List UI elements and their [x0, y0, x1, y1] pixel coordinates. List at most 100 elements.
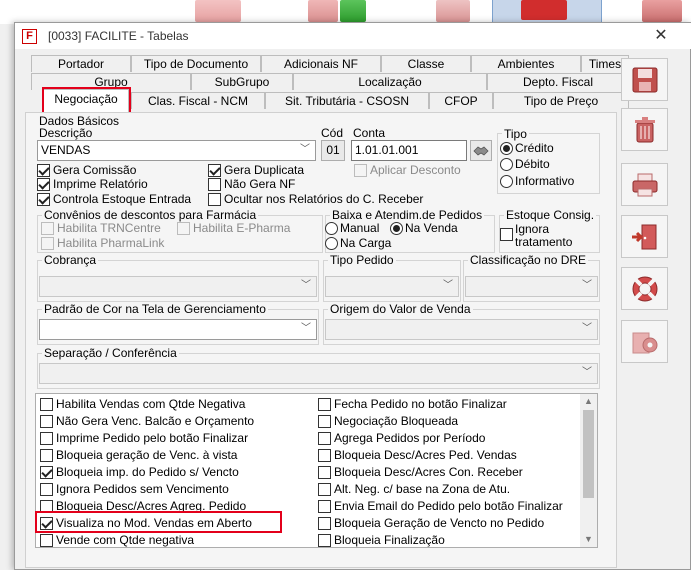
gera-duplicata-checkbox[interactable] — [208, 164, 221, 177]
opt-right-3-checkbox[interactable] — [318, 449, 331, 462]
bg-grid-icon — [308, 0, 338, 22]
tipo-debito-radio[interactable] — [500, 158, 513, 171]
opt-right-7-label: Bloqueia Geração de Vencto no Pedido — [334, 516, 545, 530]
opt-right-2-checkbox[interactable] — [318, 432, 331, 445]
aplicar-desconto-checkbox[interactable] — [354, 164, 367, 177]
tab-ambientes[interactable]: Ambientes — [471, 55, 581, 72]
tab-localizacao[interactable]: Localização — [293, 73, 487, 90]
baixa-na-venda-radio[interactable] — [390, 222, 403, 235]
tipo-credito-radio[interactable] — [500, 142, 513, 155]
close-icon[interactable]: ✕ — [651, 26, 671, 46]
opt-right-1-checkbox[interactable] — [318, 415, 331, 428]
cobranca-title: Cobrança — [42, 253, 99, 267]
habilita-trncentre-checkbox[interactable] — [41, 222, 54, 235]
save-icon — [632, 67, 658, 93]
opt-left-4-checkbox[interactable] — [40, 466, 53, 479]
opt-right-0-checkbox[interactable] — [318, 398, 331, 411]
tab-clas-fiscal-ncm[interactable]: Clas. Fiscal - NCM — [131, 92, 265, 109]
tab-label: CFOP — [444, 94, 478, 108]
conta-input[interactable]: 1.01.01.001 — [351, 140, 467, 161]
exit-button[interactable] — [621, 215, 668, 258]
conta-lookup-button[interactable] — [470, 140, 492, 161]
tipo-informativo-radio[interactable] — [500, 175, 513, 188]
padrao-cor-title: Padrão de Cor na Tela de Gerenciamento — [42, 302, 268, 316]
tab-cfop[interactable]: CFOP — [429, 92, 493, 109]
app-logo-icon: F — [22, 29, 37, 44]
cobranca-select[interactable]: ﹀ — [39, 276, 317, 297]
print-button[interactable] — [621, 163, 668, 206]
scroll-thumb[interactable] — [583, 410, 594, 498]
tab-tipo-documento[interactable]: Tipo de Documento — [131, 55, 261, 72]
chevron-down-icon: ﹀ — [582, 367, 592, 378]
tab-sit-tributaria[interactable]: Sit. Tributária - CSOSN — [265, 92, 429, 109]
tabelas-dialog: F [0033] FACILITE - Tabelas ✕ Portador T… — [14, 22, 691, 570]
origem-valor-select[interactable]: ﹀ — [325, 319, 598, 340]
baixa-manual-radio[interactable] — [325, 222, 338, 235]
tab-label: Portador — [57, 57, 105, 71]
tab-label: Tipo de Preço — [523, 94, 599, 108]
controla-estoque-checkbox[interactable] — [37, 193, 50, 206]
help-button[interactable] — [621, 267, 668, 310]
descricao-select[interactable]: VENDAS ﹀ — [37, 140, 316, 161]
bg-attachment-icon — [436, 0, 470, 22]
tipo-pedido-title: Tipo Pedido — [328, 253, 396, 267]
tab-label: SubGrupo — [214, 75, 270, 89]
tratamento-label: tratamento — [515, 235, 573, 249]
opt-right-8-checkbox[interactable] — [318, 534, 331, 547]
save-button[interactable] — [621, 58, 668, 101]
baixa-na-venda-label: Na Venda — [405, 221, 458, 235]
habilita-pharmalink-checkbox[interactable] — [41, 237, 54, 250]
ocultar-relatorios-checkbox[interactable] — [208, 193, 221, 206]
tab-adicionais-nf[interactable]: Adicionais NF — [261, 55, 381, 72]
tab-label: Tipo de Documento — [143, 57, 249, 71]
background-app-toolbar — [0, 0, 691, 24]
opt-left-5-checkbox[interactable] — [40, 483, 53, 496]
separacao-select[interactable]: ﹀ — [39, 363, 598, 384]
opt-right-6-checkbox[interactable] — [318, 500, 331, 513]
imprime-relatorio-checkbox[interactable] — [37, 178, 50, 191]
baixa-na-carga-label: Na Carga — [340, 236, 392, 250]
tab-subgrupo[interactable]: SubGrupo — [191, 73, 293, 90]
scroll-up-icon[interactable]: ▲ — [584, 396, 593, 406]
tipo-pedido-select[interactable]: ﹀ — [325, 276, 459, 297]
baixa-na-carga-radio[interactable] — [325, 237, 338, 250]
opt-left-1-checkbox[interactable] — [40, 415, 53, 428]
opt-left-4-label: Bloqueia imp. do Pedido s/ Vencto — [56, 465, 239, 479]
opt-left-2-checkbox[interactable] — [40, 432, 53, 445]
ignora-tratamento-checkbox[interactable] — [500, 228, 513, 241]
opt-right-7-checkbox[interactable] — [318, 517, 331, 530]
bg-calculator-icon — [195, 0, 241, 22]
tab-portador[interactable]: Portador — [31, 55, 131, 72]
opt-left-8-label: Vende com Qtde negativa — [56, 533, 195, 547]
opt-left-0-checkbox[interactable] — [40, 398, 53, 411]
tab-label: Classe — [407, 57, 445, 71]
tab-label: Sit. Tributária - CSOSN — [284, 94, 410, 108]
descricao-value: VENDAS — [41, 143, 91, 157]
opt-left-0-label: Habilita Vendas com Qtde Negativa — [56, 397, 246, 411]
delete-button[interactable] — [621, 108, 668, 151]
gera-comissao-checkbox[interactable] — [37, 164, 50, 177]
opt-right-6-label: Envia Email do Pedido pelo botão Finaliz… — [334, 499, 563, 513]
scroll-down-icon[interactable]: ▼ — [584, 534, 593, 544]
chevron-down-icon: ﹀ — [582, 280, 592, 291]
gera-comissao-label: Gera Comissão — [53, 163, 137, 177]
opt-right-8-label: Bloqueia Finalização — [334, 533, 445, 547]
opt-right-5-checkbox[interactable] — [318, 483, 331, 496]
cod-field[interactable]: 01 — [321, 140, 345, 161]
options-list-scrollbar[interactable]: ▲ ▼ — [580, 394, 597, 547]
settings-button[interactable] — [621, 320, 668, 363]
padrao-cor-select[interactable]: ﹀ — [39, 319, 317, 340]
bg-box-icon — [642, 0, 682, 22]
nao-gera-nf-checkbox[interactable] — [208, 178, 221, 191]
tab-label: Depto. Fiscal — [522, 75, 594, 89]
tab-depto-fiscal[interactable]: Depto. Fiscal — [487, 73, 629, 90]
opt-left-8-checkbox[interactable] — [40, 534, 53, 547]
aplicar-desconto-label: Aplicar Desconto — [370, 163, 461, 177]
opt-right-4-checkbox[interactable] — [318, 466, 331, 479]
ocultar-relatorios-label: Ocultar nos Relatórios do C. Receber — [224, 192, 424, 206]
habilita-epharma-checkbox[interactable] — [177, 222, 190, 235]
tab-classe[interactable]: Classe — [381, 55, 471, 72]
dre-select[interactable]: ﹀ — [465, 276, 598, 297]
opt-left-3-checkbox[interactable] — [40, 449, 53, 462]
tab-tipo-preco[interactable]: Tipo de Preço — [493, 92, 629, 109]
